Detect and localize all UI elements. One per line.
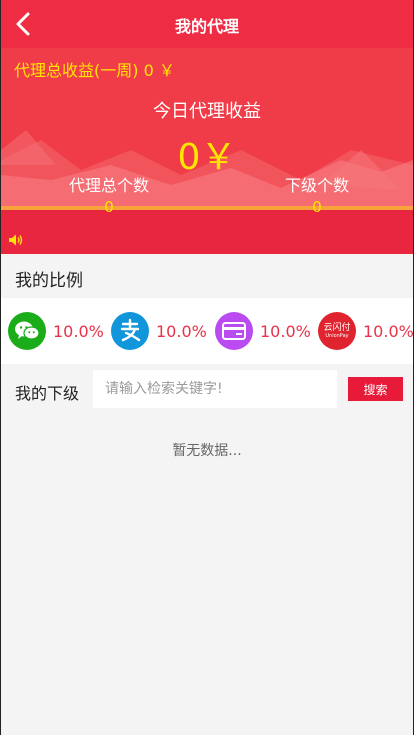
unionpay-percent: 10.0%	[363, 321, 414, 341]
wechat-icon	[8, 312, 46, 350]
my-subordinates-label: 我的下级	[15, 384, 80, 403]
empty-state-text: 暂无数据...	[172, 443, 242, 459]
wechat-percent: 10.0%	[53, 321, 104, 341]
payment-ratio-row: 10.0% 10.0% 10.0% 云闪付 UnionPay 10.0%	[1, 298, 414, 364]
unionpay-logo-text: 云闪付	[323, 323, 351, 333]
sub-count-label: 下级个数	[284, 176, 349, 195]
alipay-percent: 10.0%	[156, 321, 207, 341]
sub-count-stat: 下级个数 0	[237, 172, 397, 216]
wechat-ratio: 10.0%	[8, 312, 104, 350]
today-earnings-label: 今日代理收益	[153, 101, 261, 122]
card-percent: 10.0%	[260, 321, 311, 341]
total-agents-value: 0	[104, 198, 114, 216]
earnings-banner: 我的代理 代理总收益(一周) 0 ￥ 今日代理收益 0￥ 代理总个数 0 下级个…	[1, 0, 413, 254]
speaker-icon	[9, 234, 23, 246]
my-ratio-title: 我的比例	[15, 271, 83, 291]
alipay-icon	[111, 312, 149, 350]
top-nav-bar: 我的代理	[1, 0, 413, 48]
sub-count-value: 0	[312, 198, 322, 216]
search-input[interactable]	[93, 370, 337, 408]
alipay-ratio: 10.0%	[111, 312, 207, 350]
search-button[interactable]: 搜索	[348, 377, 403, 401]
notice-bar	[1, 226, 413, 254]
weekly-earnings-label: 代理总收益(一周) 0 ￥	[14, 61, 175, 80]
total-agents-stat: 代理总个数 0	[29, 172, 189, 216]
page-title: 我的代理	[174, 17, 239, 36]
card-icon	[215, 312, 253, 350]
unionpay-ratio: 云闪付 UnionPay 10.0%	[318, 312, 414, 350]
unionpay-icon: 云闪付 UnionPay	[318, 312, 356, 350]
total-agents-label: 代理总个数	[68, 176, 149, 195]
unionpay-logo-subtext: UnionPay	[325, 333, 349, 339]
card-ratio: 10.0%	[215, 312, 311, 350]
